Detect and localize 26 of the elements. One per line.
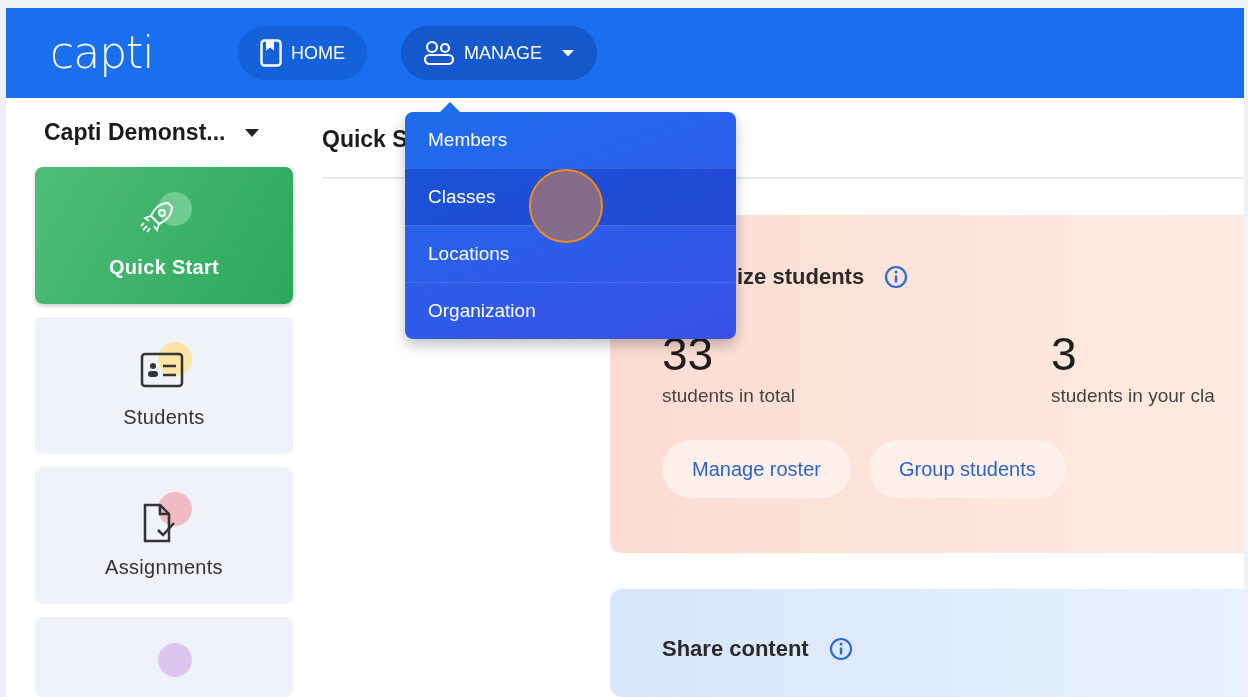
sidebar-item[interactable]: Assignments	[35, 467, 293, 604]
caret-icon	[561, 49, 575, 57]
id-card-icon	[140, 350, 186, 388]
stat-label: students in your cla	[1051, 385, 1216, 407]
people-icon	[423, 40, 455, 66]
info-icon[interactable]	[828, 637, 853, 661]
card-title: ize students	[737, 264, 865, 290]
bookmark-book-icon	[260, 39, 282, 67]
sidebar-item[interactable]: Students	[35, 317, 293, 454]
menu-item[interactable]: Members	[405, 112, 736, 168]
sidebar-item-label: Quick Start	[109, 256, 219, 279]
stat-label: students in total	[662, 385, 797, 407]
organization-selector[interactable]: Capti Demonst...	[44, 119, 226, 146]
home-button[interactable]: HOME	[238, 26, 367, 80]
capti-logo: capti	[50, 31, 155, 75]
sidebar-item-label: Assignments	[105, 556, 223, 579]
action-button[interactable]: Group students	[868, 440, 1066, 498]
caret-icon[interactable]	[245, 128, 260, 137]
menu-item[interactable]: Organization	[405, 282, 736, 339]
info-icon[interactable]	[884, 265, 909, 289]
manage-menu-button[interactable]: MANAGE	[401, 26, 597, 80]
sidebar-item[interactable]: Quick Start	[35, 167, 293, 304]
action-button[interactable]: Manage roster	[662, 440, 851, 498]
card-title: Share content	[662, 636, 809, 662]
sidebar-item-label: Students	[123, 406, 205, 429]
stat-value: 3	[1051, 331, 1078, 377]
